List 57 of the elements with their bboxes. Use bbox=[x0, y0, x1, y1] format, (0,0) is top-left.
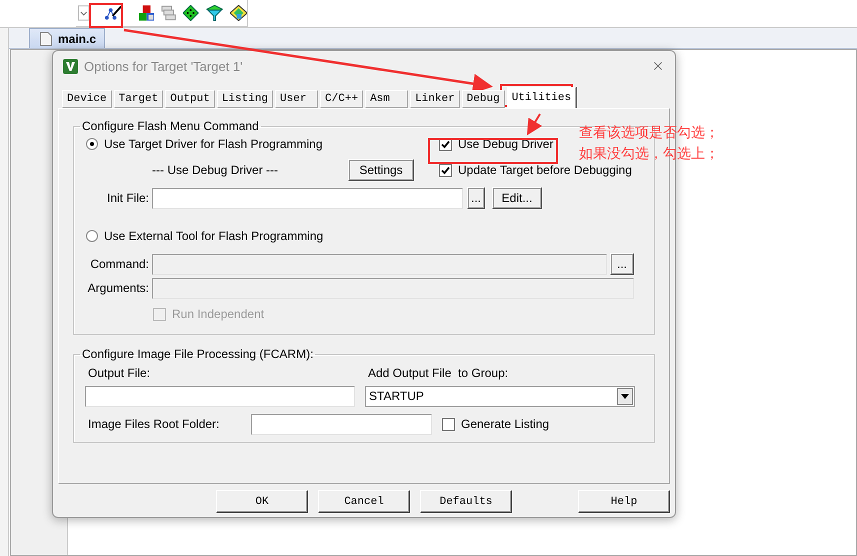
dialog-title: Options for Target 'Target 1' bbox=[84, 58, 244, 74]
group-select[interactable]: STARTUP bbox=[365, 386, 635, 406]
settings-button[interactable]: Settings bbox=[348, 159, 414, 181]
checkbox-label: Update Target before Debugging bbox=[458, 163, 632, 177]
dialog-button[interactable]: Defaults bbox=[420, 490, 512, 513]
file-tab[interactable]: main.c bbox=[29, 28, 106, 48]
close-icon[interactable] bbox=[651, 59, 665, 73]
edit-button[interactable]: Edit... bbox=[492, 187, 542, 209]
tab[interactable]: Device bbox=[62, 90, 112, 108]
highlight-frame bbox=[89, 3, 123, 28]
tab[interactable]: User bbox=[275, 90, 318, 108]
annotation-arrow bbox=[526, 113, 542, 136]
checkbox-label: Run Independent bbox=[172, 307, 264, 321]
dropdown-icon[interactable] bbox=[78, 5, 90, 21]
dialog-button[interactable]: Help bbox=[578, 490, 670, 513]
radio-button[interactable] bbox=[86, 230, 98, 242]
tab[interactable]: Debug bbox=[462, 90, 505, 108]
annotation-text: 如果没勾选，勾选上； bbox=[579, 145, 719, 163]
field-label: Add Output File to Group: bbox=[368, 366, 508, 380]
tab[interactable]: Listing bbox=[216, 90, 274, 108]
file-icon bbox=[40, 32, 52, 46]
checkbox-label: Generate Listing bbox=[461, 417, 550, 431]
field-label: Output File: bbox=[88, 366, 150, 380]
checkbox-label: Use Debug Driver bbox=[458, 137, 554, 151]
init-file-field[interactable] bbox=[152, 188, 463, 208]
root-folder-field[interactable] bbox=[251, 414, 432, 434]
browse-button[interactable]: ... bbox=[610, 253, 634, 275]
radio-label: Use External Tool for Flash Programming bbox=[104, 229, 324, 243]
checkbox[interactable] bbox=[439, 164, 452, 176]
app-icon bbox=[63, 58, 78, 74]
browse-button[interactable]: ... bbox=[467, 187, 485, 209]
dialog-button[interactable]: OK bbox=[216, 490, 308, 513]
field-label: Init File: bbox=[106, 191, 150, 205]
field-label: Command: bbox=[89, 257, 150, 271]
diamond-grid-icon[interactable] bbox=[230, 5, 247, 21]
field-label: Image Files Root Folder: bbox=[88, 417, 220, 431]
windows-icon[interactable] bbox=[160, 5, 176, 21]
tab[interactable]: Output bbox=[165, 90, 215, 108]
checkbox[interactable] bbox=[442, 418, 455, 430]
radio-button[interactable] bbox=[86, 138, 98, 150]
radio-label: Use Target Driver for Flash Programming bbox=[104, 137, 323, 151]
tab[interactable]: C/C++ bbox=[320, 90, 364, 108]
group-title: Configure Flash Menu Command bbox=[81, 119, 260, 133]
group-title: Configure Image File Processing (FCARM): bbox=[81, 347, 314, 361]
magic-wand-icon[interactable] bbox=[104, 4, 124, 22]
blocks-icon[interactable] bbox=[138, 5, 154, 21]
tab[interactable]: Linker bbox=[410, 90, 460, 108]
annotation-text: 查看该选项是否勾选； bbox=[579, 124, 719, 142]
diamond-icon[interactable] bbox=[183, 5, 199, 21]
funnel-icon[interactable] bbox=[206, 5, 223, 21]
driver-note: --- Use Debug Driver --- bbox=[152, 163, 278, 177]
tab[interactable]: Utilities bbox=[506, 87, 576, 108]
tab[interactable]: Target bbox=[114, 90, 164, 108]
tab[interactable]: Asm bbox=[365, 90, 408, 108]
dialog-button[interactable]: Cancel bbox=[318, 490, 410, 513]
field-label: Arguments: bbox=[86, 281, 150, 295]
output-file-field[interactable] bbox=[85, 386, 355, 406]
